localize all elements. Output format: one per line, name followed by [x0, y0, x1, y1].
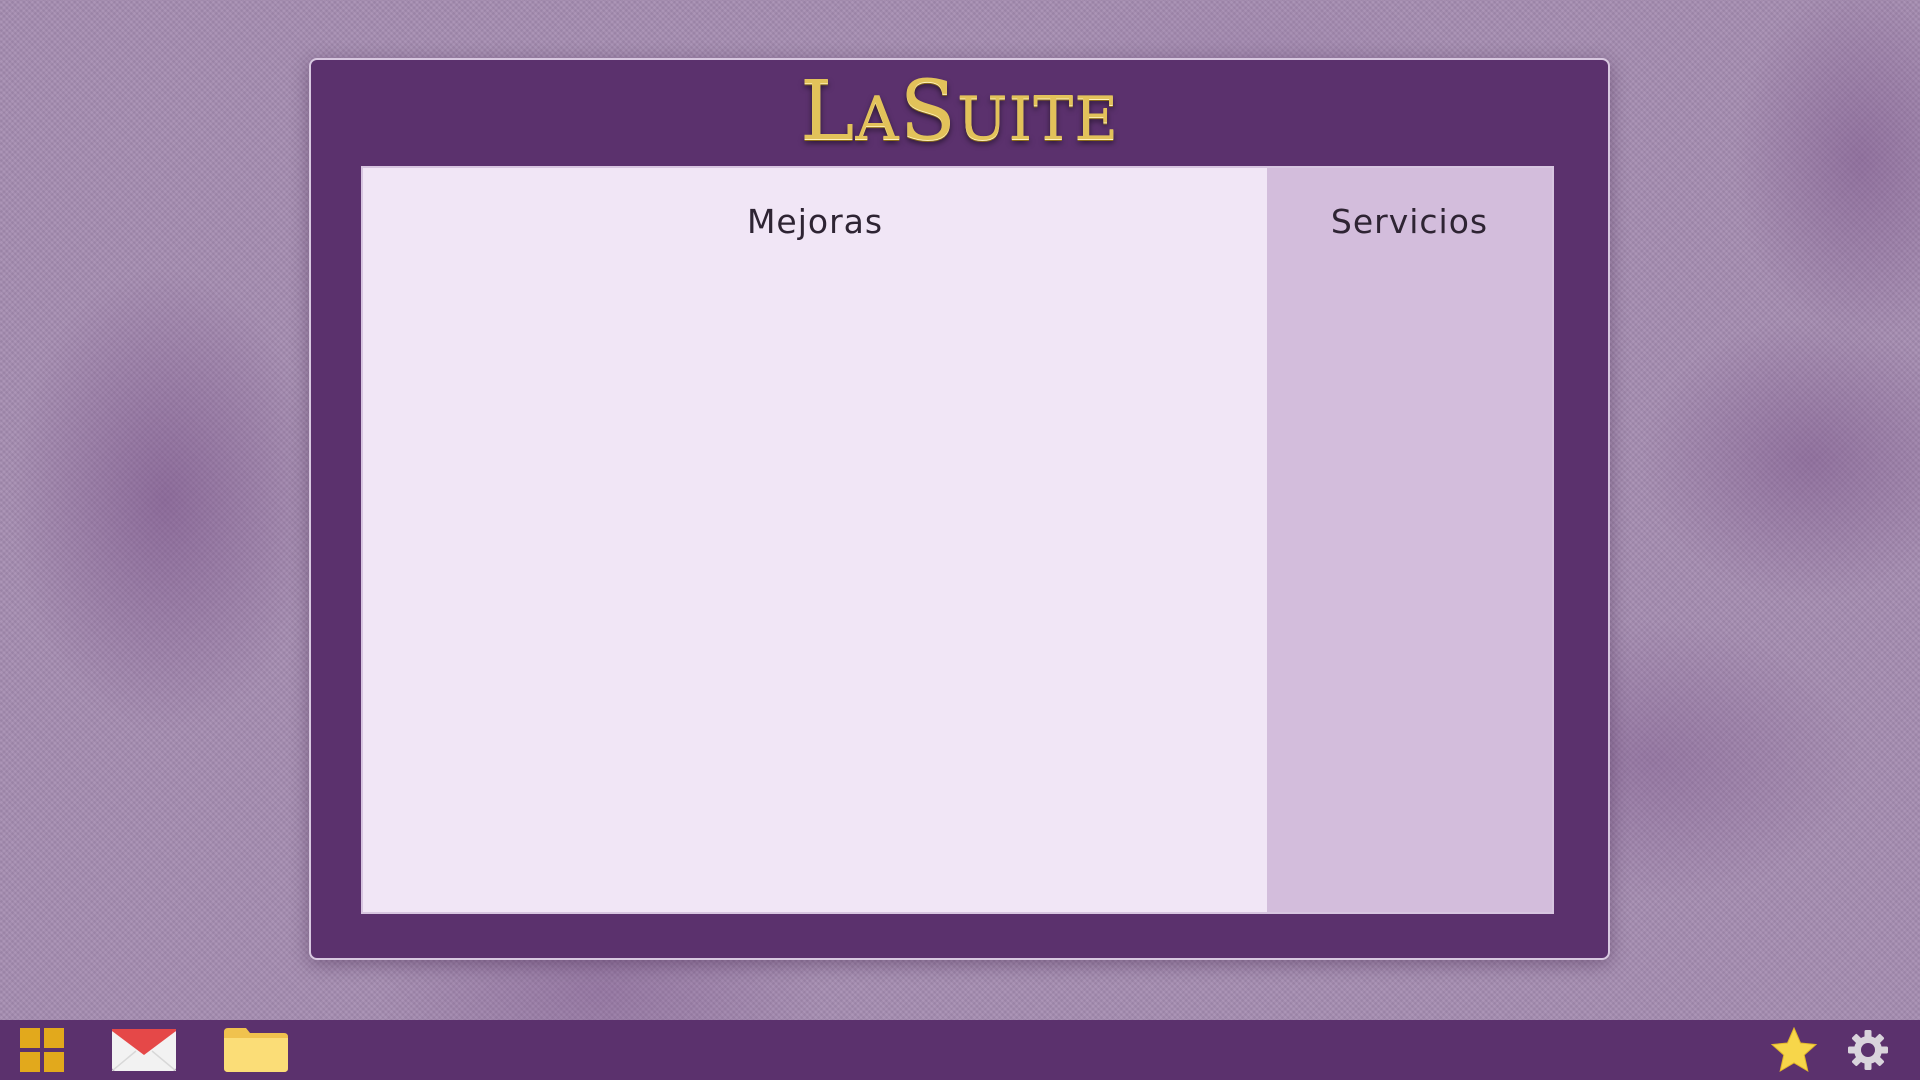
apps-grid-icon — [20, 1028, 64, 1072]
apps-button[interactable] — [18, 1020, 66, 1080]
mail-button[interactable] — [110, 1020, 178, 1080]
star-icon — [1770, 1027, 1818, 1073]
main-window: LASUITE Mejoras Servicios — [309, 58, 1610, 960]
taskbar — [0, 1020, 1920, 1080]
mejoras-panel: Mejoras — [363, 168, 1267, 912]
content-area: Mejoras Servicios — [361, 166, 1554, 914]
mail-icon — [112, 1029, 176, 1071]
app-logo: LASUITE — [799, 64, 1120, 159]
settings-button[interactable] — [1842, 1020, 1894, 1080]
servicios-title: Servicios — [1330, 202, 1489, 241]
files-button[interactable] — [222, 1020, 290, 1080]
folder-icon — [224, 1028, 288, 1072]
gear-icon — [1848, 1030, 1888, 1070]
favorites-button[interactable] — [1768, 1020, 1820, 1080]
servicios-panel: Servicios — [1267, 168, 1552, 912]
mejoras-title: Mejoras — [746, 202, 884, 241]
